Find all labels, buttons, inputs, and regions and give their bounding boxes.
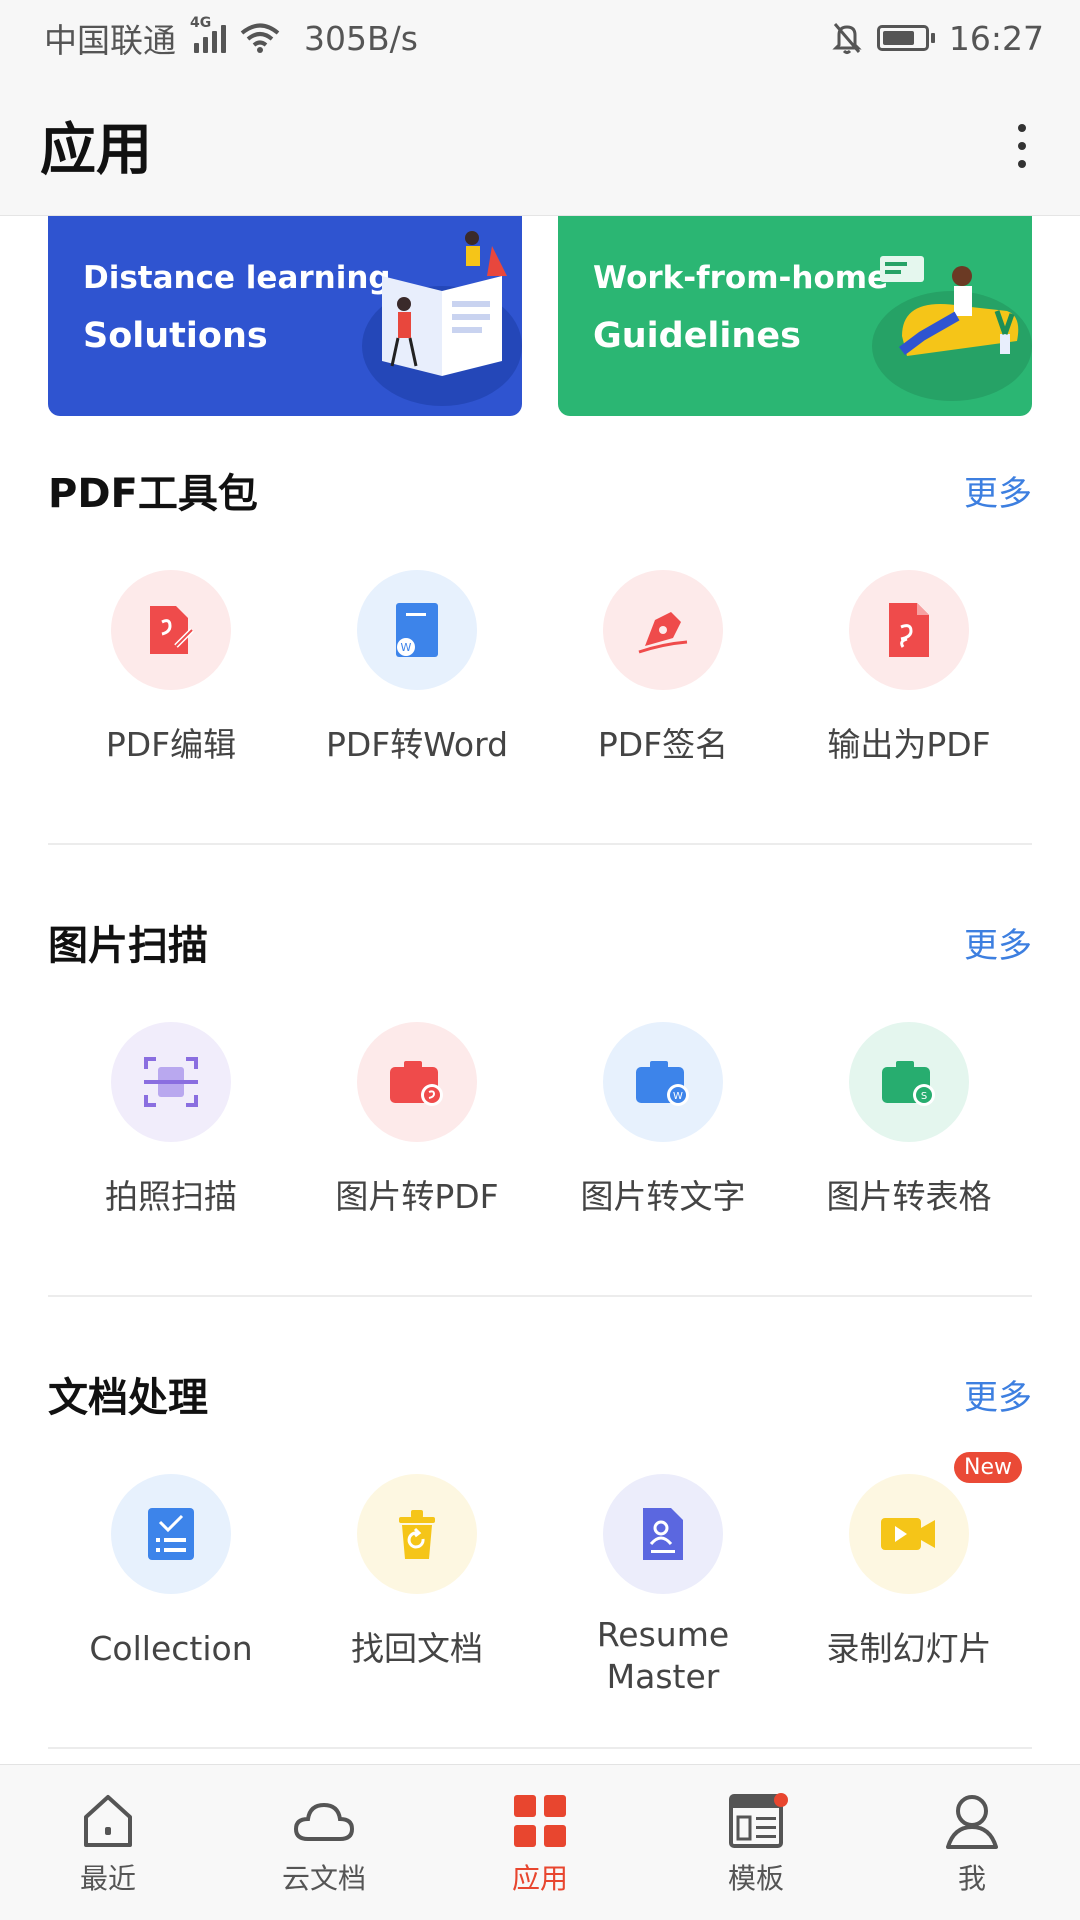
bell-off-icon — [831, 21, 863, 55]
svg-text:W: W — [673, 1091, 683, 1102]
nav-label: 我 — [957, 1862, 986, 1895]
tool-image-to-pdf[interactable]: 图片转PDF — [294, 1022, 540, 1218]
section-document-processing: 文档处理 更多 Collection 找回文档 Resume Master Ne… — [48, 1364, 1032, 1698]
section-pdf-tools: PDF工具包 更多 PDF编辑 W PDF转Word PDF签名 输出为PDF — [48, 460, 1032, 766]
nav-label: 云文档 — [281, 1862, 366, 1895]
nav-label: 模板 — [727, 1862, 784, 1895]
tool-label: PDF签名 — [597, 725, 729, 764]
tool-label: 图片转PDF — [335, 1177, 499, 1216]
resume-icon — [603, 1474, 723, 1594]
tool-pdf-to-word[interactable]: W PDF转Word — [294, 570, 540, 766]
nav-recent[interactable]: 最近 — [0, 1765, 216, 1920]
tool-label: 图片转文字 — [580, 1177, 746, 1216]
nav-apps[interactable]: 应用 — [432, 1765, 648, 1920]
banner-distance-learning[interactable]: Distance learning Solutions — [48, 216, 522, 416]
nav-cloud-docs[interactable]: 云文档 — [216, 1765, 432, 1920]
tool-image-to-sheet[interactable]: S 图片转表格 — [786, 1022, 1032, 1218]
camera-word-icon: W — [603, 1022, 723, 1142]
banner-subtitle: Solutions — [83, 316, 268, 356]
cloud-icon — [293, 1802, 355, 1841]
section-title: PDF工具包 — [48, 471, 258, 517]
pdf-edit-icon — [111, 570, 231, 690]
recover-trash-icon — [357, 1474, 477, 1594]
svg-text:W: W — [401, 641, 412, 654]
banner-carousel: Distance learning Solutions Work-from-ho… — [48, 216, 1032, 416]
more-vertical-icon[interactable] — [1008, 118, 1036, 174]
tool-image-to-text[interactable]: W 图片转文字 — [540, 1022, 786, 1218]
bottom-navigation: 最近 云文档 应用 模板 我 — [0, 1764, 1080, 1920]
tool-pdf-edit[interactable]: PDF编辑 — [48, 570, 294, 766]
pdf-to-word-icon: W — [357, 570, 477, 690]
user-icon — [946, 1795, 998, 1849]
section-title: 文档处理 — [48, 1375, 208, 1421]
checklist-icon — [111, 1474, 231, 1594]
more-link[interactable]: 更多 — [964, 1370, 1032, 1419]
reading-illustration — [362, 231, 522, 406]
nav-label: 最近 — [79, 1862, 136, 1895]
tool-label: Collection — [89, 1629, 253, 1668]
tool-label: PDF转Word — [325, 725, 509, 764]
page-title: 应用 — [40, 118, 152, 183]
wifi-icon — [240, 22, 280, 54]
svg-text:S: S — [921, 1091, 927, 1102]
nav-label: 应用 — [511, 1862, 568, 1895]
tool-label: 找回文档 — [351, 1629, 483, 1668]
tool-label: Resume Master — [596, 1615, 730, 1696]
tool-label: 录制幻灯片 — [826, 1629, 992, 1668]
scan-icon — [111, 1022, 231, 1142]
camera-pdf-icon — [357, 1022, 477, 1142]
apps-grid-icon — [514, 1795, 566, 1847]
tool-export-pdf[interactable]: 输出为PDF — [786, 570, 1032, 766]
sofa-illustration — [872, 256, 1032, 401]
tool-label: PDF编辑 — [105, 725, 237, 764]
tool-pdf-sign[interactable]: PDF签名 — [540, 570, 786, 766]
tool-resume-master[interactable]: Resume Master — [540, 1474, 786, 1698]
more-link[interactable]: 更多 — [964, 466, 1032, 515]
section-title: 图片扫描 — [48, 923, 208, 969]
status-bar: 中国联通 4G 305B/s 16:27 — [0, 0, 1080, 76]
clock: 16:27 — [948, 18, 1044, 58]
more-link[interactable]: 更多 — [964, 918, 1032, 967]
home-icon — [84, 1795, 132, 1847]
tool-label: 输出为PDF — [827, 725, 991, 764]
section-image-scan: 图片扫描 更多 拍照扫描 图片转PDF W 图片转文字 S 图片转表格 — [48, 912, 1032, 1218]
battery-icon — [876, 25, 935, 51]
tool-photo-scan[interactable]: 拍照扫描 — [48, 1022, 294, 1218]
tool-recover-documents[interactable]: 找回文档 — [294, 1474, 540, 1698]
video-record-icon — [849, 1474, 969, 1594]
carrier-name: 中国联通 — [44, 21, 176, 60]
tool-label: 图片转表格 — [826, 1177, 992, 1216]
new-badge: New — [954, 1452, 1022, 1483]
export-pdf-icon — [849, 570, 969, 690]
signal-icon: 4G — [190, 15, 226, 53]
section-divider — [48, 1295, 1032, 1297]
tool-collection[interactable]: Collection — [48, 1474, 294, 1698]
banner-work-from-home[interactable]: Work-from-home Guidelines — [558, 216, 1032, 416]
pen-nib-icon — [603, 570, 723, 690]
nav-me[interactable]: 我 — [864, 1765, 1080, 1920]
tool-record-slides[interactable]: New 录制幻灯片 — [786, 1452, 1032, 1698]
banner-subtitle: Guidelines — [593, 316, 801, 356]
notification-dot — [774, 1793, 788, 1807]
app-header: 应用 — [0, 76, 1080, 216]
tool-label: 拍照扫描 — [105, 1177, 237, 1216]
section-divider — [48, 843, 1032, 845]
section-divider — [48, 1747, 1032, 1749]
camera-sheet-icon: S — [849, 1022, 969, 1142]
network-speed: 305B/s — [304, 18, 418, 58]
nav-templates[interactable]: 模板 — [648, 1765, 864, 1920]
